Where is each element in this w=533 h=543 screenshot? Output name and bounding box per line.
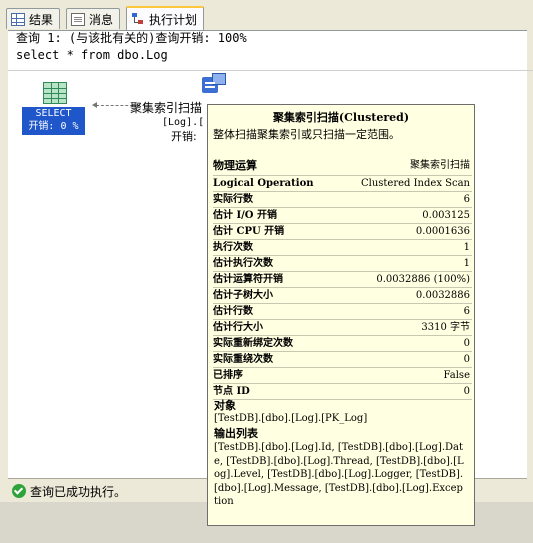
- property-name: 执行次数: [213, 242, 253, 253]
- tab-messages-label: 消息: [89, 12, 114, 27]
- property-value: 1: [463, 258, 470, 269]
- property-value: False: [443, 370, 470, 381]
- property-value: 聚集索引扫描: [410, 160, 470, 171]
- results-tab-strip: 结果 消息 执行计划: [0, 0, 533, 31]
- property-value: 0.0032886 (100%): [376, 274, 470, 285]
- scan-node-cost: 开销:: [171, 130, 197, 143]
- tooltip-property-row: 估计行数 6: [213, 304, 472, 320]
- query-header: 查询 1: (与该批有关的)查询开销: 100% select * from d…: [8, 30, 533, 71]
- property-name: 实际重新绑定次数: [213, 338, 293, 349]
- property-name: 实际行数: [213, 194, 253, 205]
- property-name: Logical Operation: [213, 178, 314, 189]
- tooltip-property-row: 估计行大小 3310 字节: [213, 320, 472, 336]
- tooltip-property-row: 估计 CPU 开销 0.0001636: [213, 224, 472, 240]
- tooltip-property-row: 估计子树大小 0.0032886: [213, 288, 472, 304]
- scan-node-object: [Log].[: [162, 117, 205, 128]
- tooltip-property-row: 已排序 False: [213, 368, 472, 384]
- property-name: 估计运算符开销: [213, 274, 283, 285]
- message-icon: [71, 12, 85, 26]
- tooltip-property-row: 实际行数 6: [213, 192, 472, 208]
- property-name: 物理运算: [213, 159, 257, 172]
- property-value: 1: [463, 242, 470, 253]
- tooltip-property-row: 估计执行次数 1: [213, 256, 472, 272]
- property-value: 0: [463, 386, 470, 397]
- property-value: 3310 字节: [421, 322, 470, 333]
- tooltip-properties: 物理运算 聚集索引扫描 Logical Operation Clustered Ind…: [213, 157, 472, 400]
- grid-icon: [11, 12, 25, 26]
- property-value: 0: [463, 354, 470, 365]
- tooltip-object-heading: 对象: [214, 399, 236, 412]
- tooltip-property-row: 实际重绕次数 0: [213, 352, 472, 368]
- tooltip-property-row: 节点 ID 0: [213, 384, 472, 400]
- property-value: 6: [463, 194, 470, 205]
- tooltip-output-value: [TestDB].[dbo].[Log].Id, [TestDB].[dbo].…: [214, 442, 464, 508]
- tooltip-property-row: 估计 I/O 开销 0.003125: [213, 208, 472, 224]
- property-name: 实际重绕次数: [213, 354, 273, 365]
- left-frame: [0, 30, 8, 502]
- tooltip-description: 整体扫描聚集索引或只扫描一定范围。: [213, 128, 400, 141]
- tooltip-property-row: Logical Operation Clustered Index Scan: [213, 176, 472, 192]
- query-sql-text: select * from dbo.Log: [16, 48, 168, 62]
- tooltip-property-row: 实际重新绑定次数 0: [213, 336, 472, 352]
- select-node-label: SELECT: [35, 108, 72, 119]
- query-cost-line: 查询 1: (与该批有关的)查询开销: 100%: [16, 31, 247, 45]
- property-name: 估计子树大小: [213, 290, 273, 301]
- property-name: 估计执行次数: [213, 258, 273, 269]
- property-value: 0.0032886: [415, 290, 470, 301]
- right-frame: [527, 30, 533, 502]
- property-name: 估计 I/O 开销: [213, 210, 278, 221]
- execution-plan-icon: [131, 12, 145, 26]
- tab-messages[interactable]: 消息: [66, 8, 121, 29]
- property-name: 估计 CPU 开销: [213, 226, 285, 237]
- tooltip-property-row: 执行次数 1: [213, 240, 472, 256]
- tooltip-object-value: [TestDB].[dbo].[Log].[PK_Log]: [214, 413, 368, 424]
- tab-results[interactable]: 结果: [6, 8, 61, 29]
- property-name: 已排序: [213, 370, 243, 381]
- clustered-index-scan-icon[interactable]: [202, 73, 226, 95]
- property-value: 0: [463, 338, 470, 349]
- property-value: 0.003125: [422, 210, 470, 221]
- select-operator-icon[interactable]: [43, 82, 67, 104]
- property-value: 6: [463, 306, 470, 317]
- tooltip-output-heading: 输出列表: [214, 427, 258, 440]
- tab-execution-plan-label: 执行计划: [149, 12, 198, 27]
- scan-node-label: 聚集索引扫描: [130, 101, 203, 115]
- property-name: 估计行数: [213, 306, 253, 317]
- tooltip-title: 聚集索引扫描(Clustered): [272, 111, 410, 124]
- select-node[interactable]: SELECT 开销: 0 %: [22, 107, 85, 135]
- operator-tooltip: 聚集索引扫描(Clustered) 整体扫描聚集索引或只扫描一定范围。 物理运算…: [207, 104, 475, 526]
- success-check-icon: [12, 484, 26, 498]
- tooltip-property-row: 估计运算符开销 0.0032886 (100%): [213, 272, 472, 288]
- property-name: 估计行大小: [213, 322, 263, 333]
- tab-results-label: 结果: [29, 12, 54, 27]
- tooltip-property-row: 物理运算 聚集索引扫描: [213, 157, 472, 176]
- property-value: 0.0001636: [415, 226, 470, 237]
- status-text: 查询已成功执行。: [30, 484, 127, 499]
- property-value: Clustered Index Scan: [360, 178, 470, 189]
- tab-execution-plan[interactable]: 执行计划: [126, 6, 205, 30]
- select-node-cost: 开销: 0 %: [28, 121, 79, 132]
